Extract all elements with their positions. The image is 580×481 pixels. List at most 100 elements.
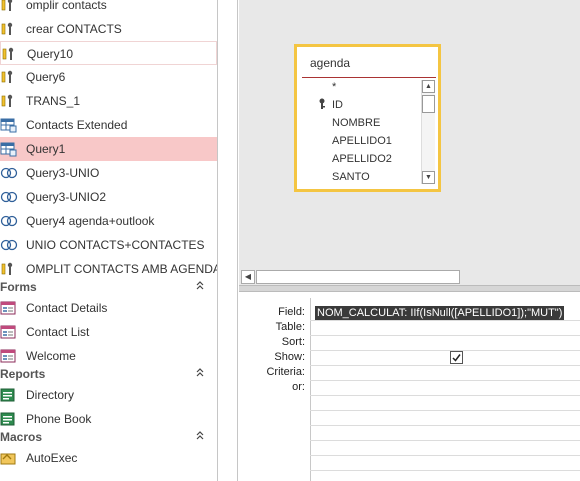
- grid-row-line: [310, 365, 580, 366]
- grid-row-label: Show:: [274, 351, 305, 363]
- nav-item-query3-unio[interactable]: Query3-UNIO: [0, 161, 217, 185]
- show-checkbox[interactable]: [450, 351, 463, 364]
- nav-item-query1[interactable]: Query1: [0, 137, 217, 161]
- nav-item-contact-details[interactable]: Contact Details: [0, 296, 217, 320]
- collapse-chevron-icon[interactable]: [195, 430, 205, 443]
- scroll-left-arrow-icon[interactable]: ◀: [241, 270, 255, 284]
- grid-row-line: [310, 425, 580, 426]
- report-icon: [0, 411, 18, 427]
- nav-item-label: Query3-UNIO: [26, 166, 100, 180]
- collapse-chevron-icon[interactable]: [195, 280, 205, 293]
- grid-row-label: Field:: [278, 306, 305, 318]
- nav-item-label: crear CONTACTS: [26, 22, 122, 36]
- scroll-down-arrow-icon[interactable]: ▼: [422, 171, 435, 184]
- nav-item-label: Contact Details: [26, 301, 108, 315]
- table-field-all[interactable]: *: [332, 81, 336, 93]
- grid-column-divider: [310, 298, 311, 481]
- report-icon: [0, 387, 18, 403]
- table-title-divider: [302, 77, 436, 78]
- navigation-pane: omplir contacts crear CONTACTS Query10 Quer…: [0, 0, 218, 481]
- nav-item-query6[interactable]: Query6: [0, 65, 217, 89]
- table-field-nombre[interactable]: NOMBRE: [332, 117, 380, 129]
- form-icon: [0, 324, 18, 340]
- primary-key-icon: [318, 98, 326, 113]
- nav-item-query4-agenda-outlook[interactable]: Query4 agenda+outlook: [0, 209, 217, 233]
- nav-item-label: Query6: [26, 70, 66, 84]
- grid-row-line: [310, 350, 580, 351]
- table-field-apellido2[interactable]: APELLIDO2: [332, 153, 392, 165]
- form-icon: [0, 348, 18, 364]
- macros-group-header[interactable]: Macros: [0, 427, 217, 447]
- grid-row-line: [310, 320, 580, 321]
- table-field-id[interactable]: ID: [332, 99, 343, 111]
- grid-row-line: [310, 455, 580, 456]
- nav-item-crear-contacts[interactable]: crear CONTACTS: [0, 17, 217, 41]
- scroll-up-arrow-icon[interactable]: ▲: [422, 80, 435, 93]
- grid-row-label: Criteria:: [266, 366, 305, 378]
- nav-item-contacts-extended[interactable]: Contacts Extended: [0, 113, 217, 137]
- nav-item-directory[interactable]: Directory: [0, 383, 217, 407]
- action-query-icon: [0, 93, 18, 109]
- nav-item-label: TRANS_1: [26, 94, 81, 108]
- nav-item-label: Phone Book: [26, 412, 92, 426]
- nav-item-contact-list[interactable]: Contact List: [0, 320, 217, 344]
- nav-item-label: OMPLIT CONTACTS AMB AGENDA: [26, 262, 218, 276]
- nav-item-label: Query3-UNIO2: [26, 190, 107, 204]
- field-list-scrollbar[interactable]: ▲ ▼: [421, 80, 435, 184]
- nav-item-label: Query10: [27, 47, 74, 61]
- nav-item-label: UNIO CONTACTS+CONTACTES: [26, 238, 205, 252]
- table-field-santo[interactable]: SANTO: [332, 171, 370, 183]
- reports-group-header[interactable]: Reports: [0, 364, 217, 384]
- grid-row-line: [310, 410, 580, 411]
- nav-item-label: Query1: [26, 142, 66, 156]
- nav-item-omplir-contacts[interactable]: omplir contacts: [0, 0, 217, 17]
- macro-icon: [0, 450, 18, 466]
- nav-item-label: omplir contacts: [26, 0, 107, 12]
- table-title[interactable]: agenda: [310, 56, 350, 70]
- action-query-icon: [1, 46, 19, 62]
- nav-item-query3-unio2[interactable]: Query3-UNIO2: [0, 185, 217, 209]
- form-icon: [0, 300, 18, 316]
- group-header-label: Macros: [0, 430, 43, 444]
- select-query-icon: [0, 117, 18, 133]
- horizontal-scrollbar[interactable]: ◀: [239, 270, 580, 285]
- grid-row-line: [310, 440, 580, 441]
- grid-row-line: [310, 335, 580, 336]
- grid-row-line: [310, 380, 580, 381]
- grid-row-line: [310, 470, 580, 471]
- action-query-icon: [0, 21, 18, 37]
- table-field-list-agenda[interactable]: agenda ▲ ▼ * ID NOMBRE APELLIDO1 APELLIDO2 SA…: [294, 44, 441, 192]
- nav-item-label: Directory: [26, 388, 75, 402]
- nav-item-unio-contacts-contactes[interactable]: UNIO CONTACTS+CONTACTES: [0, 233, 217, 257]
- action-query-icon: [0, 0, 18, 13]
- grid-row-label: Table:: [275, 321, 305, 333]
- group-header-label: Reports: [0, 367, 46, 381]
- pane-separator: [218, 0, 238, 481]
- scroll-thumb[interactable]: [422, 95, 435, 113]
- table-field-apellido1[interactable]: APELLIDO1: [332, 135, 392, 147]
- nav-item-autoexec[interactable]: AutoExec: [0, 446, 217, 470]
- collapse-chevron-icon[interactable]: [195, 367, 205, 380]
- select-query-icon: [0, 141, 18, 157]
- nav-item-label: Contacts Extended: [26, 118, 128, 132]
- action-query-icon: [0, 69, 18, 85]
- nav-item-label: Welcome: [26, 349, 76, 363]
- nav-item-trans-1[interactable]: TRANS_1: [0, 89, 217, 113]
- pane-splitter[interactable]: [239, 285, 580, 292]
- union-query-icon: [0, 237, 18, 253]
- union-query-icon: [0, 165, 18, 181]
- union-query-icon: [0, 213, 18, 229]
- grid-row-line: [310, 395, 580, 396]
- nav-item-query10[interactable]: Query10: [0, 41, 217, 65]
- grid-row-label: Sort:: [281, 336, 305, 348]
- forms-group-header[interactable]: Forms: [0, 277, 217, 297]
- field-cell[interactable]: NOM_CALCULAT: IIf(IsNull([APELLIDO1]);"M…: [315, 306, 565, 320]
- grid-row-label: or:: [292, 381, 305, 393]
- nav-item-label: Contact List: [26, 325, 90, 339]
- nav-item-label: AutoExec: [26, 451, 78, 465]
- union-query-icon: [0, 189, 18, 205]
- group-header-label: Forms: [0, 280, 37, 294]
- action-query-icon: [0, 261, 18, 277]
- query-design-grid: NOM_CALCULAT: IIf(IsNull([APELLIDO1]);"M…: [239, 292, 580, 481]
- horizontal-scroll-thumb[interactable]: [256, 270, 460, 284]
